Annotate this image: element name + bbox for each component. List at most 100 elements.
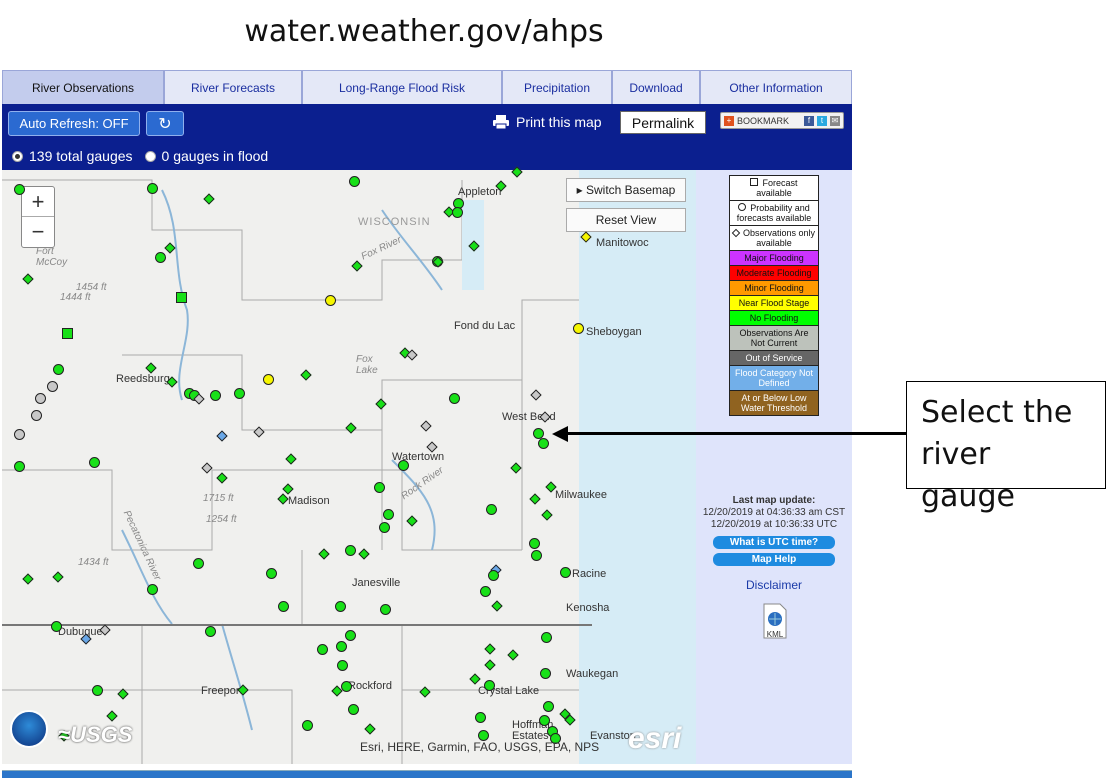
- map-help-button[interactable]: Map Help: [713, 553, 835, 566]
- river-gauge[interactable]: [345, 630, 356, 641]
- tab-river-forecasts[interactable]: River Forecasts: [164, 70, 302, 104]
- river-gauge[interactable]: [147, 584, 158, 595]
- river-gauge[interactable]: [234, 388, 245, 399]
- river-gauge[interactable]: [62, 328, 73, 339]
- flood-gauges-label: 0 gauges in flood: [161, 148, 269, 164]
- gauge-filter: 139 total gauges 0 gauges in flood: [12, 148, 268, 164]
- map-label-rockford: Rockford: [348, 680, 393, 692]
- river-gauge[interactable]: [529, 538, 540, 549]
- refresh-icon[interactable]: ↻: [146, 111, 184, 136]
- river-gauge[interactable]: [92, 685, 103, 696]
- river-gauge[interactable]: [374, 482, 385, 493]
- river-gauge[interactable]: [398, 460, 409, 471]
- river-gauge[interactable]: [155, 252, 166, 263]
- legend: Forecast available Probability and forec…: [729, 175, 819, 416]
- river-gauge[interactable]: [543, 701, 554, 712]
- tab-other-information[interactable]: Other Information: [700, 70, 852, 104]
- legend-probability: Probability and forecasts available: [730, 201, 818, 226]
- river-gauge[interactable]: [325, 295, 336, 306]
- total-gauges-radio[interactable]: 139 total gauges: [12, 148, 133, 164]
- tab-river-observations[interactable]: River Observations: [2, 70, 164, 104]
- river-gauge[interactable]: [560, 567, 571, 578]
- river-gauge[interactable]: [335, 601, 346, 612]
- river-gauge[interactable]: [349, 176, 360, 187]
- river-gauge[interactable]: [317, 644, 328, 655]
- river-gauge[interactable]: [176, 292, 187, 303]
- utc-time-button[interactable]: What is UTC time?: [713, 536, 835, 549]
- river-gauge-west-bend[interactable]: [538, 438, 549, 449]
- river-gauge[interactable]: [486, 504, 497, 515]
- river-gauge[interactable]: [348, 704, 359, 715]
- river-gauge[interactable]: [205, 626, 216, 637]
- radio-selected: [12, 150, 23, 162]
- zoom-out-button[interactable]: −: [22, 217, 54, 247]
- legend-low-water: At or Below Low Water Threshold: [730, 391, 818, 415]
- river-gauge[interactable]: [345, 545, 356, 556]
- reset-view-button[interactable]: Reset View: [566, 208, 686, 232]
- print-map-link[interactable]: Print this map: [492, 114, 602, 130]
- tab-long-range-flood-risk[interactable]: Long-Range Flood Risk: [302, 70, 502, 104]
- river-gauge[interactable]: [531, 550, 542, 561]
- river-gauge[interactable]: [31, 410, 42, 421]
- auto-refresh-button[interactable]: Auto Refresh: OFF: [8, 111, 140, 136]
- email-icon: ✉: [830, 115, 840, 126]
- bookmark-button[interactable]: + BOOKMARK f t ✉: [720, 112, 844, 129]
- river-gauge[interactable]: [379, 522, 390, 533]
- legend-no-flooding: No Flooding: [730, 311, 818, 326]
- river-gauge[interactable]: [539, 715, 550, 726]
- river-gauge[interactable]: [210, 390, 221, 401]
- river-gauge[interactable]: [47, 381, 58, 392]
- river-gauge[interactable]: [266, 568, 277, 579]
- map-label-madison: Madison: [288, 495, 330, 507]
- river-gauge[interactable]: [35, 393, 46, 404]
- switch-basemap-button[interactable]: ▸ Switch Basemap: [566, 178, 686, 202]
- map-label-elev-1434: 1434 ft: [78, 557, 109, 568]
- river-gauge[interactable]: [51, 621, 62, 632]
- map-label-elev-1254: 1254 ft: [206, 514, 237, 525]
- river-gauge[interactable]: [484, 680, 495, 691]
- river-gauge[interactable]: [449, 393, 460, 404]
- legend-observations-label: Observations only available: [742, 228, 816, 248]
- river-gauge[interactable]: [89, 457, 100, 468]
- river-gauge[interactable]: [14, 461, 25, 472]
- river-gauge[interactable]: [541, 632, 552, 643]
- river-gauge[interactable]: [193, 558, 204, 569]
- river-gauge[interactable]: [480, 586, 491, 597]
- map-label-manitowoc: Manitowoc: [596, 237, 649, 249]
- zoom-in-button[interactable]: +: [22, 187, 54, 217]
- river-gauge[interactable]: [278, 601, 289, 612]
- addthis-plus-icon: +: [724, 115, 734, 126]
- river-gauge[interactable]: [540, 668, 551, 679]
- map-label-elev-1444: 1444 ft: [60, 292, 91, 303]
- permalink-button[interactable]: Permalink: [620, 111, 706, 134]
- tab-precipitation[interactable]: Precipitation: [502, 70, 612, 104]
- river-gauge[interactable]: [337, 660, 348, 671]
- flood-gauges-radio[interactable]: 0 gauges in flood: [144, 148, 269, 164]
- river-gauge[interactable]: [336, 641, 347, 652]
- river-gauge[interactable]: [573, 323, 584, 334]
- map-label-racine: Racine: [572, 568, 607, 580]
- usgs-logo: ≈USGS: [58, 722, 133, 747]
- river-gauge[interactable]: [147, 183, 158, 194]
- legend-not-current: Observations Are Not Current: [730, 326, 818, 351]
- river-gauge[interactable]: [380, 604, 391, 615]
- twitter-icon: t: [817, 115, 827, 126]
- map-label-kenosha: Kenosha: [566, 602, 610, 614]
- river-gauge[interactable]: [302, 720, 313, 731]
- river-gauge[interactable]: [475, 712, 486, 723]
- river-gauge[interactable]: [488, 570, 499, 581]
- river-gauge[interactable]: [14, 429, 25, 440]
- noaa-logo: [10, 710, 48, 748]
- river-gauge[interactable]: [14, 184, 25, 195]
- tab-download[interactable]: Download: [612, 70, 700, 104]
- legend-forecast: Forecast available: [730, 176, 818, 201]
- river-gauge[interactable]: [383, 509, 394, 520]
- callout-arrow: [566, 432, 906, 435]
- kml-label: KML: [766, 630, 784, 639]
- river-gauge[interactable]: [452, 207, 463, 218]
- river-gauge[interactable]: [53, 364, 64, 375]
- river-gauge[interactable]: [263, 374, 274, 385]
- last-update-utc: 12/20/2019 at 10:36:33 UTC: [710, 519, 838, 530]
- disclaimer-link[interactable]: Disclaimer: [698, 578, 850, 592]
- facebook-icon: f: [804, 115, 814, 126]
